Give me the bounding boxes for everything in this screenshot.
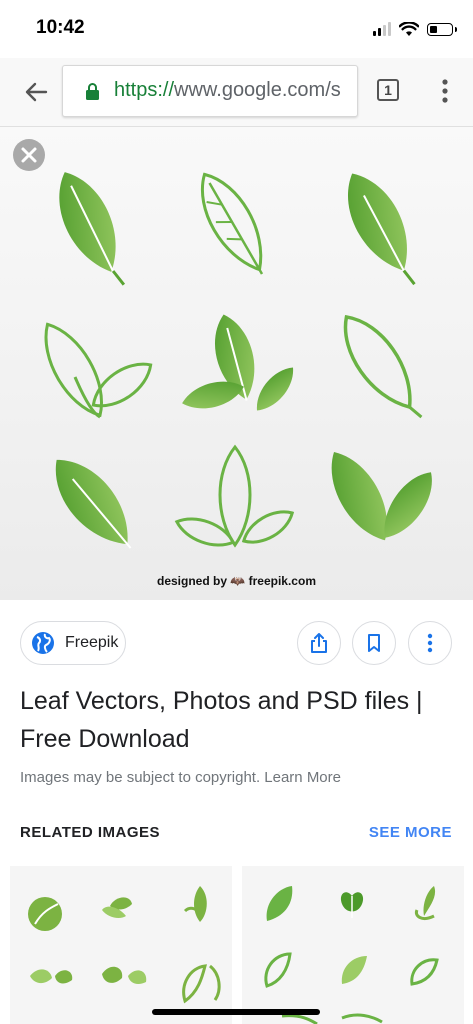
close-icon xyxy=(21,147,37,163)
result-title[interactable]: Leaf Vectors, Photos and PSD files | Fre… xyxy=(20,682,450,758)
leaf-thumbnail-image xyxy=(28,886,221,1004)
url-text: https://www.google.com/s xyxy=(114,79,341,102)
close-preview-button[interactable] xyxy=(13,139,45,171)
url-field[interactable]: https://www.google.com/s xyxy=(62,65,358,117)
lock-icon xyxy=(86,83,99,100)
globe-icon xyxy=(32,632,54,654)
tab-switcher-button[interactable]: 1 xyxy=(377,79,399,101)
share-button[interactable] xyxy=(297,621,341,665)
leaf-vectors-image xyxy=(39,162,432,559)
status-icons xyxy=(373,19,457,39)
source-name: Freepik xyxy=(65,634,119,651)
leaf-thumbnail-image xyxy=(264,886,439,1024)
related-images-heading: RELATED IMAGES xyxy=(20,824,161,841)
share-icon xyxy=(311,633,327,653)
more-vert-icon[interactable] xyxy=(435,78,455,104)
source-chip[interactable]: Freepik xyxy=(20,621,126,665)
image-credit: designed by 🦇 freepik.com xyxy=(157,574,316,588)
related-image-thumbnail[interactable] xyxy=(10,866,232,1024)
related-image-thumbnail[interactable] xyxy=(242,866,464,1024)
home-indicator[interactable] xyxy=(152,1009,320,1015)
browser-toolbar: https://www.google.com/s 1 xyxy=(0,58,473,127)
status-bar: 10:42 xyxy=(0,0,473,58)
bookmark-icon xyxy=(368,634,380,652)
wifi-icon xyxy=(399,21,419,36)
back-arrow-icon[interactable] xyxy=(20,76,52,108)
see-more-link[interactable]: SEE MORE xyxy=(369,824,452,841)
url-host: www.google.com/s xyxy=(174,79,341,101)
more-vert-icon xyxy=(427,633,433,653)
url-scheme: https:// xyxy=(114,79,175,101)
battery-icon xyxy=(427,22,457,36)
result-actions: Freepik xyxy=(0,600,473,688)
copyright-notice: Images may be subject to copyright. Lear… xyxy=(20,769,341,786)
more-options-button[interactable] xyxy=(408,621,452,665)
status-time: 10:42 xyxy=(36,17,85,38)
signal-icon xyxy=(373,22,391,36)
save-button[interactable] xyxy=(352,621,396,665)
